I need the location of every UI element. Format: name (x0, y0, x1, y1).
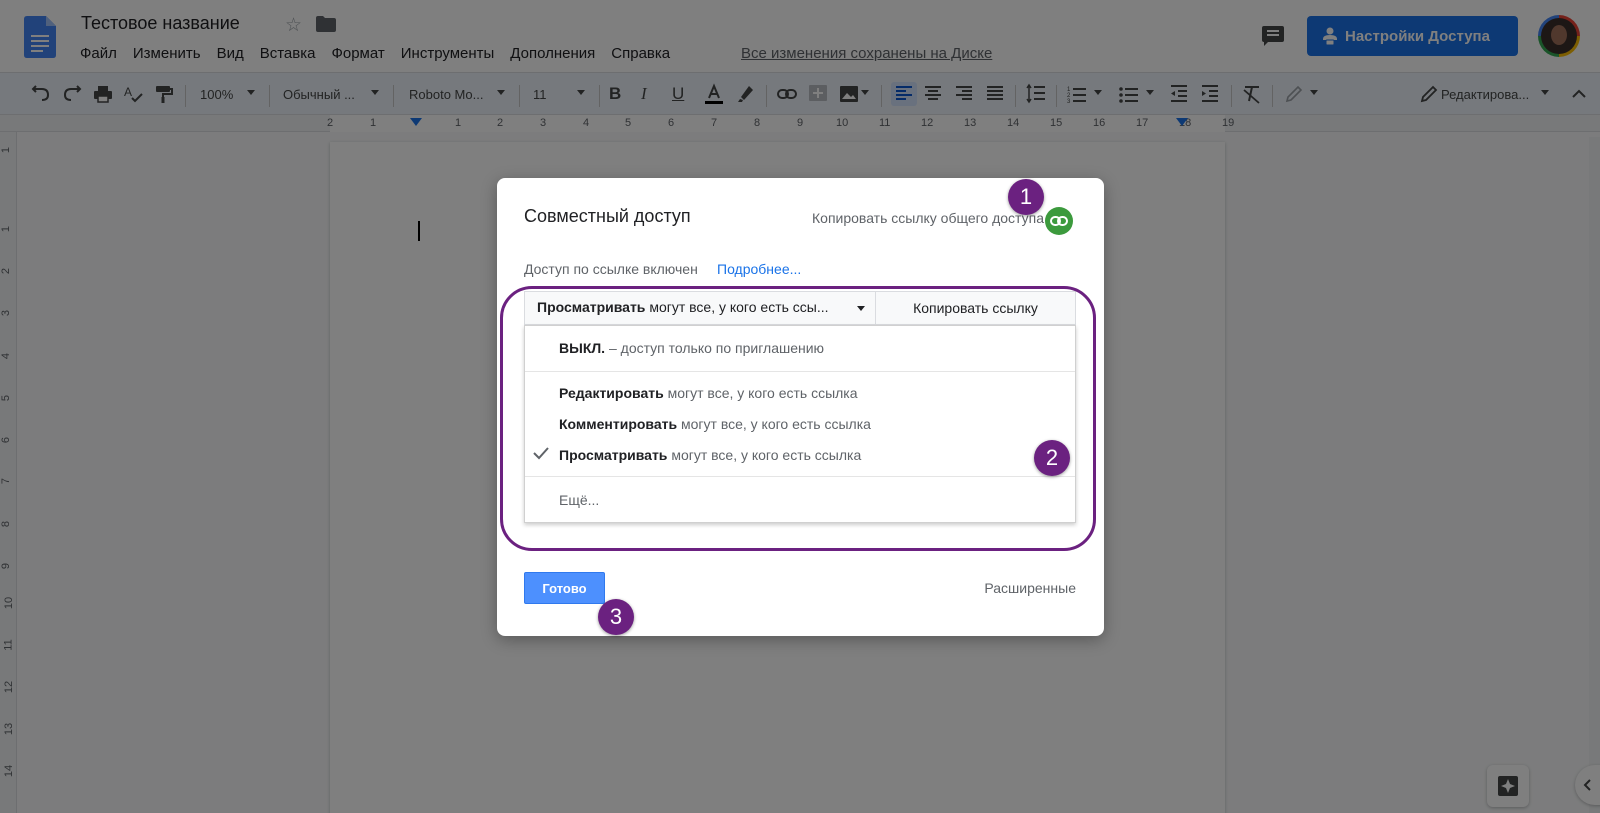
annotation-badge-1: 1 (1008, 179, 1044, 215)
done-button[interactable]: Готово (524, 572, 605, 604)
copy-public-link-button[interactable]: Копировать ссылку общего доступа (812, 210, 1044, 226)
annotation-badge-2: 2 (1034, 440, 1070, 476)
advanced-settings-link[interactable]: Расширенные (984, 580, 1076, 596)
dialog-title: Совместный доступ (524, 206, 691, 226)
link-sharing-status: Доступ по ссылке включен (524, 261, 698, 277)
learn-more-link[interactable]: Подробнее... (717, 261, 801, 277)
annotation-badge-3: 3 (598, 599, 634, 635)
annotation-outline (500, 286, 1096, 551)
link-icon[interactable] (1045, 207, 1073, 235)
